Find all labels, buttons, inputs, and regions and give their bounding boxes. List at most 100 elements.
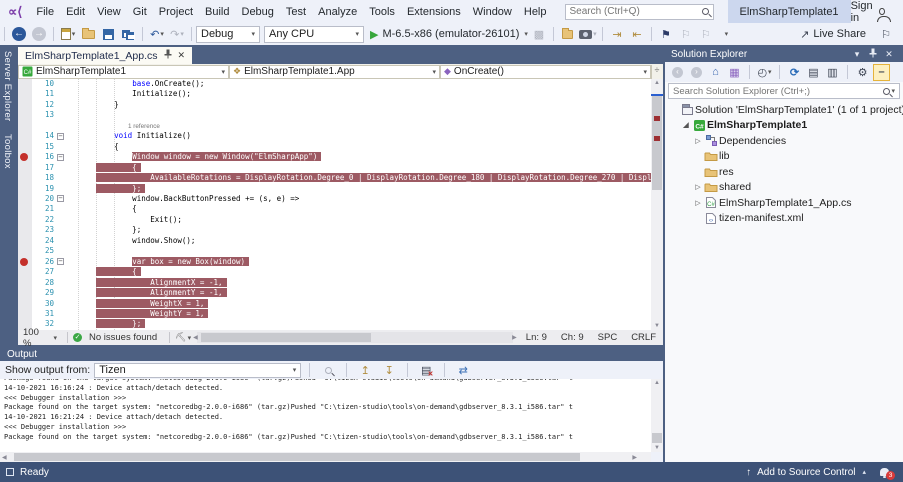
sync-with-active-document-button[interactable]: ⟳: [786, 64, 803, 81]
zoom-level-dropdown[interactable]: 100 %▾: [18, 327, 62, 349]
scroll-right-icon[interactable]: ▶: [632, 454, 637, 461]
tree-item-solution-elmsharptemplate1-1-of-1-project[interactable]: Solution 'ElmSharpTemplate1' (1 of 1 pro…: [665, 102, 903, 118]
output-vertical-scrollbar[interactable]: ▲ ▼: [651, 379, 663, 452]
bookmark-button[interactable]: ⚑: [657, 25, 675, 43]
tree-item-elmsharptemplate1[interactable]: ◢C#ElmSharpTemplate1: [665, 118, 903, 134]
solution-platform-dropdown[interactable]: Any CPU▾: [264, 26, 364, 43]
codelens-references[interactable]: 1 reference: [128, 123, 160, 130]
scroll-left-icon[interactable]: ◀: [2, 454, 7, 461]
close-icon[interactable]: ✕: [881, 49, 897, 60]
navigate-backward-button[interactable]: ←: [10, 25, 28, 43]
expander-icon[interactable]: ▷: [693, 137, 703, 145]
type-dropdown[interactable]: ❖ ElmSharpTemplate1.App▾: [229, 65, 440, 79]
breakpoint-margin[interactable]: [18, 299, 32, 309]
scroll-left-icon[interactable]: ◀: [193, 334, 198, 341]
menu-window[interactable]: Window: [467, 4, 518, 20]
breakpoint-margin[interactable]: [18, 110, 32, 120]
menu-analyze[interactable]: Analyze: [312, 4, 363, 20]
scroll-down-icon[interactable]: ▼: [651, 445, 663, 451]
find-message-button[interactable]: [319, 361, 337, 379]
breakpoint-margin[interactable]: [18, 173, 32, 183]
breakpoint-margin[interactable]: [18, 79, 32, 89]
breakpoint-margin[interactable]: [18, 246, 32, 256]
breakpoint-margin[interactable]: [18, 309, 32, 319]
breakpoint-margin[interactable]: [18, 236, 32, 246]
breakpoint-margin[interactable]: [18, 131, 32, 141]
navigate-forward-button[interactable]: →: [30, 25, 48, 43]
breakpoint-margin[interactable]: [18, 257, 32, 267]
switch-views-button[interactable]: ▦: [726, 64, 743, 81]
sign-in-button[interactable]: Sign in: [851, 0, 885, 24]
se-back-button[interactable]: ‹: [669, 64, 686, 81]
breakpoint-margin[interactable]: [18, 267, 32, 277]
member-dropdown[interactable]: ◆ OnCreate()▾: [440, 65, 651, 79]
pin-icon[interactable]: [865, 48, 881, 60]
scroll-up-icon[interactable]: ▲: [651, 380, 663, 386]
breakpoint-margin[interactable]: [18, 288, 32, 298]
se-forward-button[interactable]: ›: [688, 64, 705, 81]
window-position-icon[interactable]: ▾: [849, 49, 865, 60]
expander-icon[interactable]: ▷: [693, 183, 703, 191]
fold-collapse-icon[interactable]: −: [57, 195, 64, 202]
breakpoint-margin[interactable]: [18, 225, 32, 235]
menu-view[interactable]: View: [91, 4, 127, 20]
toolbox-tab[interactable]: Toolbox: [0, 128, 15, 175]
scroll-down-icon[interactable]: ▼: [651, 323, 663, 329]
breakpoint-margin[interactable]: [18, 215, 32, 225]
solution-explorer-title-bar[interactable]: Solution Explorer ▾ ✕: [665, 46, 903, 62]
scrollbar-thumb[interactable]: [652, 433, 662, 443]
fold-collapse-icon[interactable]: −: [57, 133, 64, 140]
quick-search-input[interactable]: [570, 6, 702, 17]
project-dropdown[interactable]: C# ElmSharpTemplate1▾: [18, 65, 229, 79]
split-window-button[interactable]: ÷: [651, 65, 662, 79]
menu-git[interactable]: Git: [127, 4, 153, 20]
menu-test[interactable]: Test: [280, 4, 312, 20]
next-bookmark-button[interactable]: ⚐: [697, 25, 715, 43]
breakpoint-margin[interactable]: [18, 278, 32, 288]
editor-horizontal-scrollbar[interactable]: ◀ ▶: [197, 332, 513, 343]
device-screenshot-button[interactable]: ▾: [579, 25, 597, 43]
scrollbar-thumb[interactable]: [14, 453, 580, 461]
find-in-files-button[interactable]: [559, 25, 577, 43]
undo-button[interactable]: ↶▾: [148, 25, 166, 43]
menu-extensions[interactable]: Extensions: [401, 4, 467, 20]
notifications-bell-icon[interactable]: 3: [880, 468, 889, 476]
expander-icon[interactable]: ▷: [693, 199, 703, 207]
tree-item-shared[interactable]: ▷shared: [665, 180, 903, 196]
breakpoint-margin[interactable]: [18, 184, 32, 194]
menu-tools[interactable]: Tools: [363, 4, 401, 20]
toolbar-grip[interactable]: [4, 27, 5, 41]
add-to-source-control-button[interactable]: Add to Source Control: [757, 467, 855, 478]
menu-project[interactable]: Project: [153, 4, 199, 20]
tree-item-tizen-manifest-xml[interactable]: ‹›tizen-manifest.xml: [665, 211, 903, 227]
document-tab[interactable]: ElmSharpTemplate1_App.cs ✕: [18, 47, 192, 64]
tree-item-lib[interactable]: lib: [665, 149, 903, 165]
breakpoint-indicator[interactable]: [20, 153, 28, 161]
code-editor[interactable]: 10 base.OnCreate();11 Initialize();12 }1…: [18, 79, 663, 330]
scrollbar-thumb[interactable]: [652, 96, 662, 190]
fold-collapse-icon[interactable]: −: [57, 258, 64, 265]
fold-collapse-icon[interactable]: −: [57, 154, 64, 161]
issues-status[interactable]: No issues found: [82, 332, 164, 343]
background-tasks-icon[interactable]: [6, 468, 14, 476]
scroll-right-icon[interactable]: ▶: [512, 334, 517, 341]
scrollbar-thumb[interactable]: [201, 333, 371, 342]
breakpoint-margin[interactable]: [18, 100, 32, 110]
collapse-all-button[interactable]: ▤: [805, 64, 822, 81]
save-all-button[interactable]: [119, 25, 137, 43]
scroll-up-icon[interactable]: ▲: [651, 80, 663, 86]
live-share-button[interactable]: ↗ Live Share: [800, 25, 866, 43]
output-panel-title[interactable]: Output: [0, 347, 663, 361]
toggle-word-wrap-button[interactable]: ⇄: [454, 361, 472, 379]
close-tab-icon[interactable]: ✕: [178, 50, 186, 61]
home-button[interactable]: ⌂: [707, 64, 724, 81]
search-options-icon[interactable]: ▾: [891, 87, 895, 95]
redo-button[interactable]: ↷▾: [168, 25, 186, 43]
expander-icon[interactable]: ◢: [681, 121, 691, 129]
code-cleanup-button[interactable]: ⛏▾: [175, 332, 191, 343]
clear-all-output-button[interactable]: ▤✕: [417, 361, 435, 379]
breakpoint-margin[interactable]: [18, 142, 32, 152]
pending-changes-filter-button[interactable]: ◴▾: [756, 64, 773, 81]
menu-build[interactable]: Build: [199, 4, 235, 20]
save-button[interactable]: [99, 25, 117, 43]
